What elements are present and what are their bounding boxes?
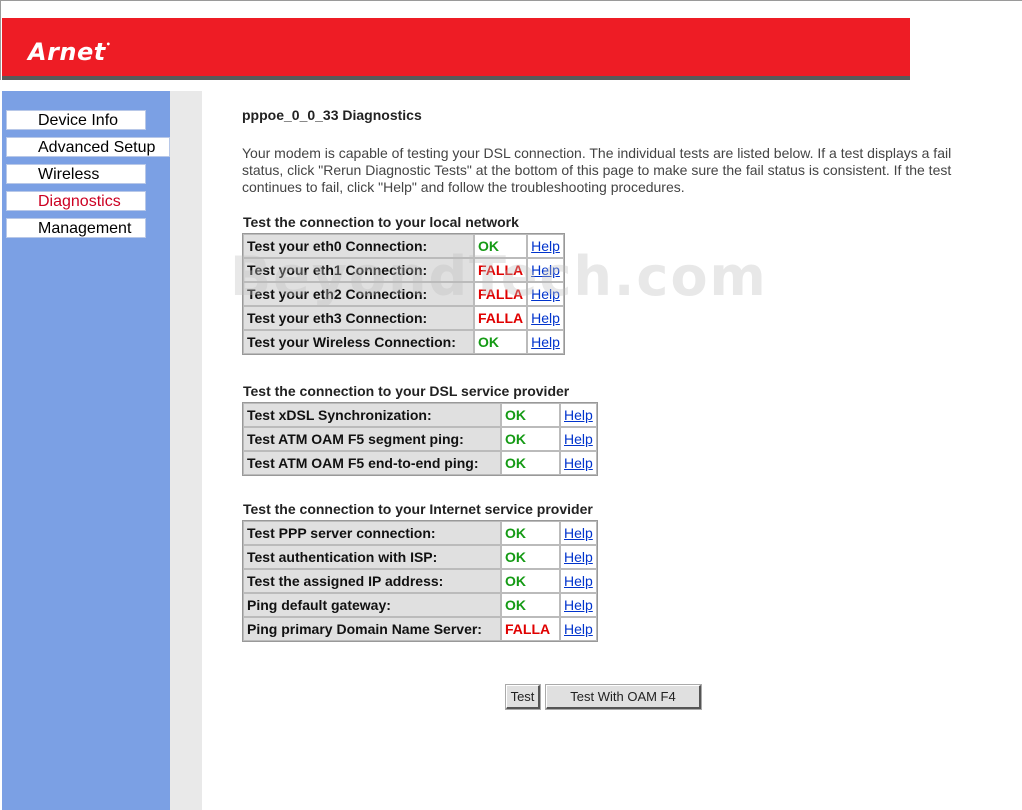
help-link[interactable]: Help: [564, 525, 593, 541]
test-label: Test your eth3 Connection:: [243, 306, 474, 330]
test-oam-f4-button[interactable]: Test With OAM F4: [545, 684, 702, 710]
header-shadow: [2, 76, 910, 80]
test-label: Test ATM OAM F5 end-to-end ping:: [243, 451, 501, 475]
nav-device-info[interactable]: Device Info: [6, 110, 146, 130]
help-link[interactable]: Help: [531, 334, 560, 350]
table-row: Test your Wireless Connection: OK Help: [243, 330, 564, 354]
help-link[interactable]: Help: [564, 621, 593, 637]
header-banner: Arnet•: [2, 18, 910, 76]
nav-diagnostics[interactable]: Diagnostics: [6, 191, 146, 211]
table-row: Test authentication with ISP: OK Help: [243, 545, 597, 569]
help-link[interactable]: Help: [564, 549, 593, 565]
test-result: OK: [501, 569, 560, 593]
test-result: OK: [474, 234, 528, 258]
nav-management[interactable]: Management: [6, 218, 146, 238]
test-label: Ping default gateway:: [243, 593, 501, 617]
test-label: Test your Wireless Connection:: [243, 330, 474, 354]
help-link[interactable]: Help: [564, 573, 593, 589]
table-row: Ping default gateway: OK Help: [243, 593, 597, 617]
top-border: [0, 0, 1022, 1]
table-row: Test the assigned IP address: OK Help: [243, 569, 597, 593]
local-network-table: Test your eth0 Connection: OK Help Test …: [242, 233, 565, 355]
arnet-logo: Arnet•: [28, 38, 112, 66]
table-row: Test xDSL Synchronization: OK Help: [243, 403, 597, 427]
test-label: Test your eth2 Connection:: [243, 282, 474, 306]
table-row: Test PPP server connection: OK Help: [243, 521, 597, 545]
table-row: Test ATM OAM F5 segment ping: OK Help: [243, 427, 597, 451]
table-row: Test your eth1 Connection: FALLA Help: [243, 258, 564, 282]
help-link[interactable]: Help: [531, 262, 560, 278]
help-link[interactable]: Help: [564, 597, 593, 613]
test-result: OK: [501, 545, 560, 569]
help-link[interactable]: Help: [531, 238, 560, 254]
table-row: Test your eth0 Connection: OK Help: [243, 234, 564, 258]
table-row: Test your eth3 Connection: FALLA Help: [243, 306, 564, 330]
dsl-provider-table: Test xDSL Synchronization: OK Help Test …: [242, 402, 598, 476]
help-link[interactable]: Help: [564, 407, 593, 423]
test-result: FALLA: [474, 258, 528, 282]
table-row: Ping primary Domain Name Server: FALLA H…: [243, 617, 597, 641]
table-row: Test ATM OAM F5 end-to-end ping: OK Help: [243, 451, 597, 475]
test-result: FALLA: [474, 306, 528, 330]
nav-advanced-setup[interactable]: Advanced Setup: [6, 137, 170, 157]
test-result: OK: [501, 593, 560, 617]
test-button[interactable]: Test: [505, 684, 541, 710]
test-label: Test your eth1 Connection:: [243, 258, 474, 282]
help-link[interactable]: Help: [564, 431, 593, 447]
test-result: OK: [501, 521, 560, 545]
table-row: Test your eth2 Connection: FALLA Help: [243, 282, 564, 306]
test-label: Test authentication with ISP:: [243, 545, 501, 569]
help-link[interactable]: Help: [531, 310, 560, 326]
internet-provider-table: Test PPP server connection: OK Help Test…: [242, 520, 598, 642]
sidebar-gutter: [170, 91, 202, 810]
left-border: [0, 0, 1, 80]
help-link[interactable]: Help: [564, 455, 593, 471]
page-title: pppoe_0_0_33 Diagnostics: [242, 107, 422, 123]
section-title-local-network: Test the connection to your local networ…: [243, 214, 519, 230]
test-result: FALLA: [474, 282, 528, 306]
help-link[interactable]: Help: [531, 286, 560, 302]
test-result: OK: [474, 330, 528, 354]
test-label: Test xDSL Synchronization:: [243, 403, 501, 427]
sidebar: Device Info Advanced Setup Wireless Diag…: [2, 91, 170, 810]
test-result: OK: [501, 451, 560, 475]
test-label: Test your eth0 Connection:: [243, 234, 474, 258]
test-result: OK: [501, 403, 560, 427]
test-label: Test PPP server connection:: [243, 521, 501, 545]
section-title-internet-provider: Test the connection to your Internet ser…: [243, 501, 593, 517]
test-result: FALLA: [501, 617, 560, 641]
test-result: OK: [501, 427, 560, 451]
intro-text: Your modem is capable of testing your DS…: [242, 145, 952, 195]
section-title-dsl-provider: Test the connection to your DSL service …: [243, 383, 570, 399]
test-label: Test ATM OAM F5 segment ping:: [243, 427, 501, 451]
test-label: Test the assigned IP address:: [243, 569, 501, 593]
test-label: Ping primary Domain Name Server:: [243, 617, 501, 641]
nav-wireless[interactable]: Wireless: [6, 164, 146, 184]
